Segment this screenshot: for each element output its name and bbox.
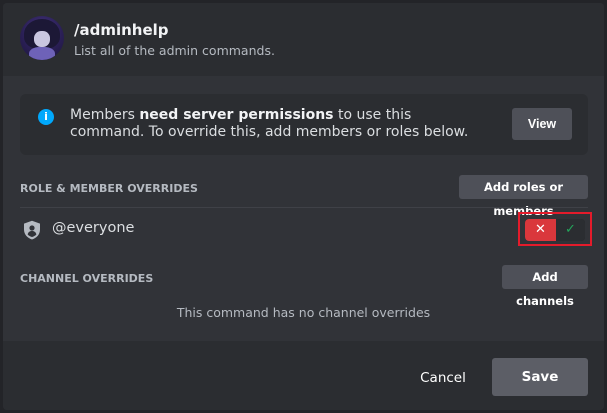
command-name: /adminhelp (74, 21, 169, 39)
channel-overrides-label: CHANNEL OVERRIDES (20, 272, 154, 285)
role-shield-icon (24, 220, 40, 240)
add-roles-or-members-button[interactable]: Add roles or members (459, 175, 588, 218)
view-button[interactable]: View (512, 108, 572, 140)
save-button[interactable]: Save (492, 358, 588, 396)
info-icon: i (38, 109, 54, 125)
role-overrides-label: ROLE & MEMBER OVERRIDES (20, 182, 198, 195)
divider (20, 207, 588, 208)
no-channel-overrides-text: This command has no channel overrides (176, 305, 431, 320)
cancel-button[interactable]: Cancel (408, 365, 478, 391)
command-permissions-modal: /adminhelp List all of the admin command… (3, 3, 604, 410)
deny-button[interactable]: ✕ (525, 219, 556, 241)
role-name-everyone: @everyone (52, 220, 135, 236)
info-text: Members need server permissions to use t… (70, 107, 469, 140)
allow-button[interactable]: ✓ (556, 219, 585, 241)
permissions-info-box: i Members need server permissions to use… (20, 94, 588, 155)
command-description: List all of the admin commands. (74, 43, 275, 58)
bot-avatar (20, 16, 64, 60)
permission-toggle: ✕ ✓ (525, 219, 585, 241)
modal-header: /adminhelp List all of the admin command… (3, 3, 604, 76)
add-channels-button[interactable]: Add channels (502, 265, 588, 308)
